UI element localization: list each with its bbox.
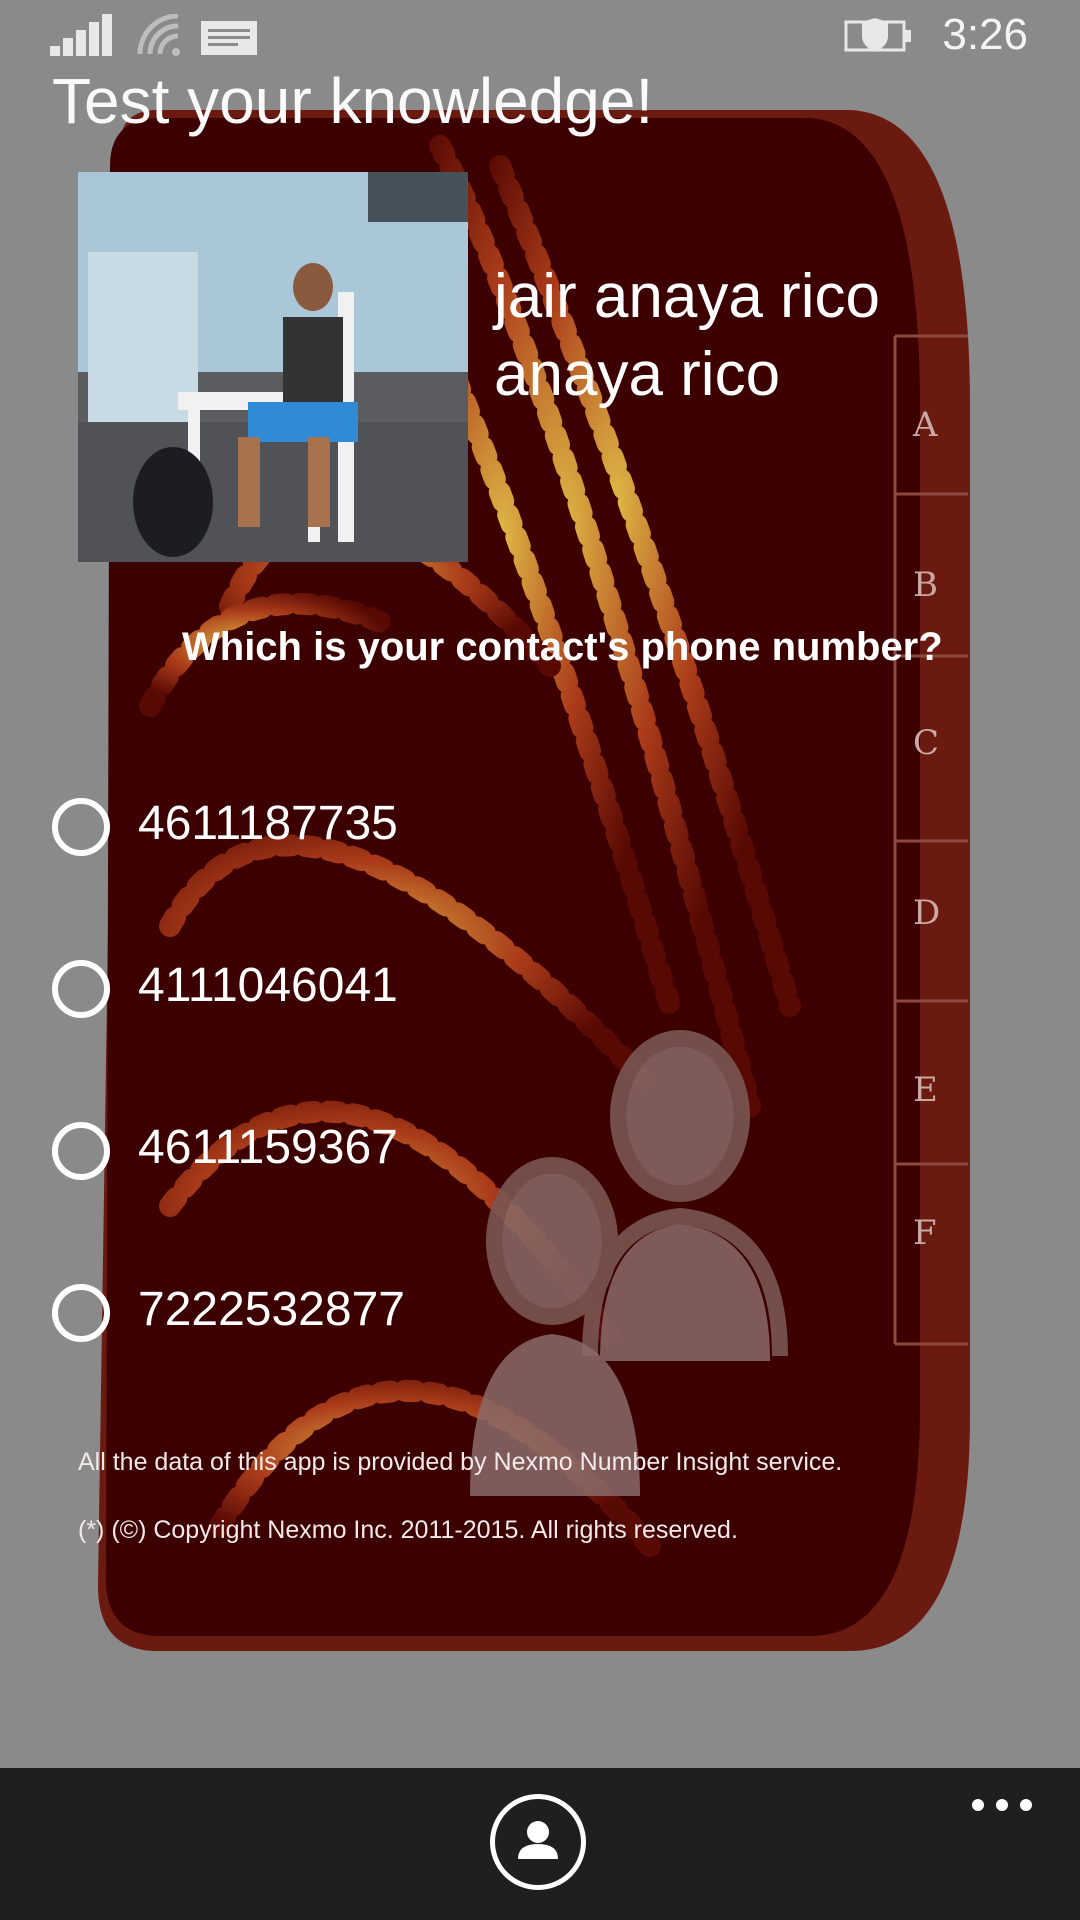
answer-option-label: 4611159367 — [138, 1121, 398, 1174]
app-bar — [0, 1768, 1080, 1920]
tab-letter-e: E — [913, 1070, 938, 1110]
radio-button[interactable] — [52, 1122, 110, 1180]
quiz-question: Which is your contact's phone number? — [182, 625, 943, 669]
contact-icon — [518, 1821, 558, 1859]
contact-button[interactable] — [490, 1794, 586, 1890]
more-options-icon[interactable] — [970, 1790, 1034, 1820]
signal-strength-icon — [50, 14, 112, 56]
answer-option-label: 4611187735 — [138, 797, 398, 850]
answer-option-1[interactable]: 4611187735 — [50, 790, 610, 870]
page-title: Test your knowledge! — [52, 65, 654, 137]
contact-name-line2: anaya rico — [494, 340, 781, 409]
copyright-notice: (*) (©) Copyright Nexmo Inc. 2011-2015. … — [78, 1516, 738, 1544]
answer-option-3[interactable]: 4611159367 — [50, 1114, 610, 1194]
contact-photo — [78, 172, 468, 562]
radio-button[interactable] — [52, 960, 110, 1018]
wifi-icon — [137, 14, 180, 56]
radio-button[interactable] — [52, 798, 110, 856]
tab-letter-d: D — [913, 893, 940, 933]
tab-letter-b: B — [913, 565, 938, 605]
tab-letter-f: F — [913, 1213, 937, 1253]
contact-name-line1: jair anaya rico — [494, 262, 880, 331]
data-source-notice: All the data of this app is provided by … — [78, 1448, 843, 1476]
tab-letter-c: C — [913, 723, 939, 763]
contact-name: jair anaya rico anaya rico — [494, 258, 880, 414]
tab-letter-a: A — [912, 405, 938, 445]
status-bar: 3:26 — [0, 0, 1080, 72]
answer-option-label: 4111046041 — [138, 959, 398, 1012]
radio-button[interactable] — [52, 1284, 110, 1342]
battery-saver-icon — [844, 18, 911, 52]
message-icon — [201, 21, 257, 55]
clock-time: 3:26 — [942, 10, 1028, 59]
answer-option-4[interactable]: 7222532877 — [50, 1276, 610, 1356]
answer-option-label: 7222532877 — [138, 1283, 405, 1336]
answer-option-2[interactable]: 4111046041 — [50, 952, 610, 1032]
